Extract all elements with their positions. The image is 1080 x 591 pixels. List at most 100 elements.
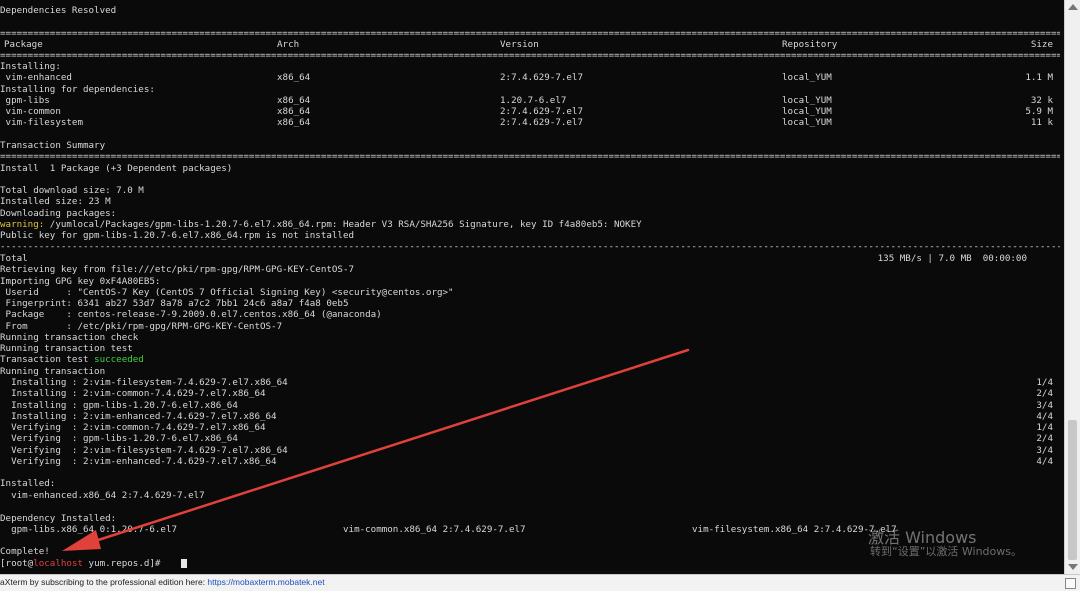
row-size: 11 k [1030, 117, 1053, 128]
row-version: 2:7.4.629-7.el7 [500, 72, 583, 83]
row-version: 2:7.4.629-7.el7 [500, 106, 583, 117]
installed-item: vim-enhanced.x86_64 2:7.4.629-7.el7 [0, 490, 205, 501]
install-count-line: Install 1 Package (+3 Dependent packages… [0, 163, 233, 174]
row-arch: x86_64 [277, 106, 311, 117]
installed-label: Installed: [0, 478, 56, 489]
downloading-line: Downloading packages: [0, 208, 117, 219]
step-count: 2/4 [1036, 388, 1053, 399]
transaction-step: Installing : 2:vim-filesystem-7.4.629-7.… [0, 377, 1060, 388]
header-version: Version [500, 39, 539, 50]
total-label: Total [0, 253, 28, 264]
row-repository: local_YUM [782, 106, 832, 117]
terminal-window[interactable]: Dependencies Resolved ==================… [0, 0, 1064, 574]
deps-label: Installing for dependencies: [0, 84, 155, 95]
transaction-step: Verifying : 2:vim-filesystem-7.4.629-7.e… [0, 445, 1060, 456]
row-repository: local_YUM [782, 72, 832, 83]
transaction-step: Installing : 2:vim-common-7.4.629-7.el7.… [0, 388, 1060, 399]
separator-line: ========================================… [0, 50, 1060, 61]
row-arch: x86_64 [277, 117, 311, 128]
download-size-line: Total download size: 7.0 M [0, 185, 144, 196]
status-bar: aXterm by subscribing to the professiona… [0, 574, 1080, 591]
step-count: 4/4 [1036, 456, 1053, 467]
row-version: 1.20.7-6.el7 [500, 95, 567, 106]
transaction-summary-title: Transaction Summary [0, 140, 106, 151]
installed-size-line: Installed size: 23 M [0, 196, 111, 207]
scroll-down-arrow-icon[interactable] [1068, 564, 1078, 570]
transaction-step: Verifying : gpm-libs-1.20.7-6.el7.x86_64… [0, 433, 1060, 444]
row-arch: x86_64 [277, 95, 311, 106]
row-size: 32 k [1030, 95, 1053, 106]
step-count: 2/4 [1036, 433, 1053, 444]
resize-grip-icon[interactable] [1065, 578, 1076, 589]
warning-prefix: warning: [0, 219, 45, 230]
row-size: 1.1 M [1025, 72, 1053, 83]
gpg-line: Userid : "CentOS-7 Key (CentOS 7 Officia… [0, 287, 454, 298]
table-row: gpm-libs x86_64 1.20.7-6.el7 local_YUM 3… [0, 95, 1060, 106]
prompt-host: localhost [33, 558, 83, 569]
dependency-installed-label: Dependency Installed: [0, 513, 117, 524]
row-package: gpm-libs [0, 95, 50, 106]
row-repository: local_YUM [782, 95, 832, 106]
step-count: 3/4 [1036, 400, 1053, 411]
complete-line: Complete! [0, 546, 50, 557]
scrollbar-thumb[interactable] [1068, 420, 1077, 560]
prompt-open: [root@ [0, 558, 34, 569]
status-text: aXterm by subscribing to the professiona… [0, 577, 208, 587]
separator-line: ========================================… [0, 151, 1060, 162]
shell-prompt[interactable]: [root@localhost yum.repos.d]# [0, 558, 166, 569]
dash-separator-line: ----------------------------------------… [0, 241, 1060, 252]
table-row: vim-common x86_64 2:7.4.629-7.el7 local_… [0, 106, 1060, 117]
warning-line: warning: /yumlocal/Packages/gpm-libs-1.2… [0, 219, 642, 230]
dep-installed-item: vim-common.x86_64 2:7.4.629-7.el7 [343, 524, 526, 535]
row-version: 2:7.4.629-7.el7 [500, 117, 583, 128]
prompt-rest: yum.repos.d]# [83, 558, 166, 569]
step-count: 1/4 [1036, 377, 1053, 388]
step-text: Verifying : 2:vim-enhanced-7.4.629-7.el7… [0, 456, 277, 467]
dep-installed-item: gpm-libs.x86_64 0:1.20.7-6.el7 [0, 524, 178, 535]
step-text: Verifying : gpm-libs-1.20.7-6.el7.x86_64 [0, 433, 238, 444]
installing-label: Installing: [0, 61, 61, 72]
gpg-line: Fingerprint: 6341 ab27 53d7 8a78 a7c2 7b… [0, 298, 349, 309]
dep-installed-item: vim-filesystem.x86_64 2:7.4.629-7.el7 [692, 524, 897, 535]
step-text: Installing : gpm-libs-1.20.7-6.el7.x86_6… [0, 400, 238, 411]
scroll-up-arrow-icon[interactable] [1068, 4, 1078, 10]
row-package: vim-enhanced [0, 72, 72, 83]
dependencies-resolved-line: Dependencies Resolved [0, 5, 117, 16]
gpg-line: Running transaction check [0, 332, 139, 343]
step-text: Installing : 2:vim-common-7.4.629-7.el7.… [0, 388, 266, 399]
row-arch: x86_64 [277, 72, 311, 83]
running-transaction-line: Running transaction [0, 366, 106, 377]
table-row: vim-filesystem x86_64 2:7.4.629-7.el7 lo… [0, 117, 1060, 128]
header-package: Package [4, 39, 43, 50]
header-arch: Arch [277, 39, 300, 50]
row-package: vim-common [0, 106, 61, 117]
test-status: succeeded [94, 354, 144, 365]
header-repository: Repository [782, 39, 838, 50]
transaction-step: Verifying : 2:vim-enhanced-7.4.629-7.el7… [0, 456, 1060, 467]
step-text: Installing : 2:vim-enhanced-7.4.629-7.el… [0, 411, 277, 422]
step-count: 3/4 [1036, 445, 1053, 456]
header-size: Size [1030, 39, 1053, 50]
gpg-line: Package : centos-release-7-9.2009.0.el7.… [0, 309, 382, 320]
gpg-line: Retrieving key from file:///etc/pki/rpm-… [0, 264, 355, 275]
test-prefix: Transaction test [0, 354, 95, 365]
transaction-step: Verifying : 2:vim-common-7.4.629-7.el7.x… [0, 422, 1060, 433]
table-row: vim-enhanced x86_64 2:7.4.629-7.el7 loca… [0, 72, 1060, 83]
gpg-line: Importing GPG key 0xF4A80EB5: [0, 276, 161, 287]
vertical-scrollbar[interactable] [1064, 0, 1080, 574]
step-count: 4/4 [1036, 411, 1053, 422]
step-text: Verifying : 2:vim-common-7.4.629-7.el7.x… [0, 422, 266, 433]
row-size: 5.9 M [1025, 106, 1053, 117]
warning-text: /yumlocal/Packages/gpm-libs-1.20.7-6.el7… [44, 219, 642, 230]
status-link[interactable]: https://mobaxterm.mobatek.net [207, 577, 324, 587]
total-line: Total 135 MB/s | 7.0 MB 00:00:00 [0, 253, 1060, 264]
transaction-step: Installing : 2:vim-enhanced-7.4.629-7.el… [0, 411, 1060, 422]
step-text: Installing : 2:vim-filesystem-7.4.629-7.… [0, 377, 288, 388]
total-stats: 135 MB/s | 7.0 MB 00:00:00 [877, 253, 1027, 264]
row-repository: local_YUM [782, 117, 832, 128]
step-text: Verifying : 2:vim-filesystem-7.4.629-7.e… [0, 445, 288, 456]
gpg-line: From : /etc/pki/rpm-gpg/RPM-GPG-KEY-Cent… [0, 321, 283, 332]
pubkey-line: Public key for gpm-libs-1.20.7-6.el7.x86… [0, 230, 355, 241]
row-package: vim-filesystem [0, 117, 83, 128]
table-header-row: Package Arch Version Repository Size [0, 39, 1060, 50]
